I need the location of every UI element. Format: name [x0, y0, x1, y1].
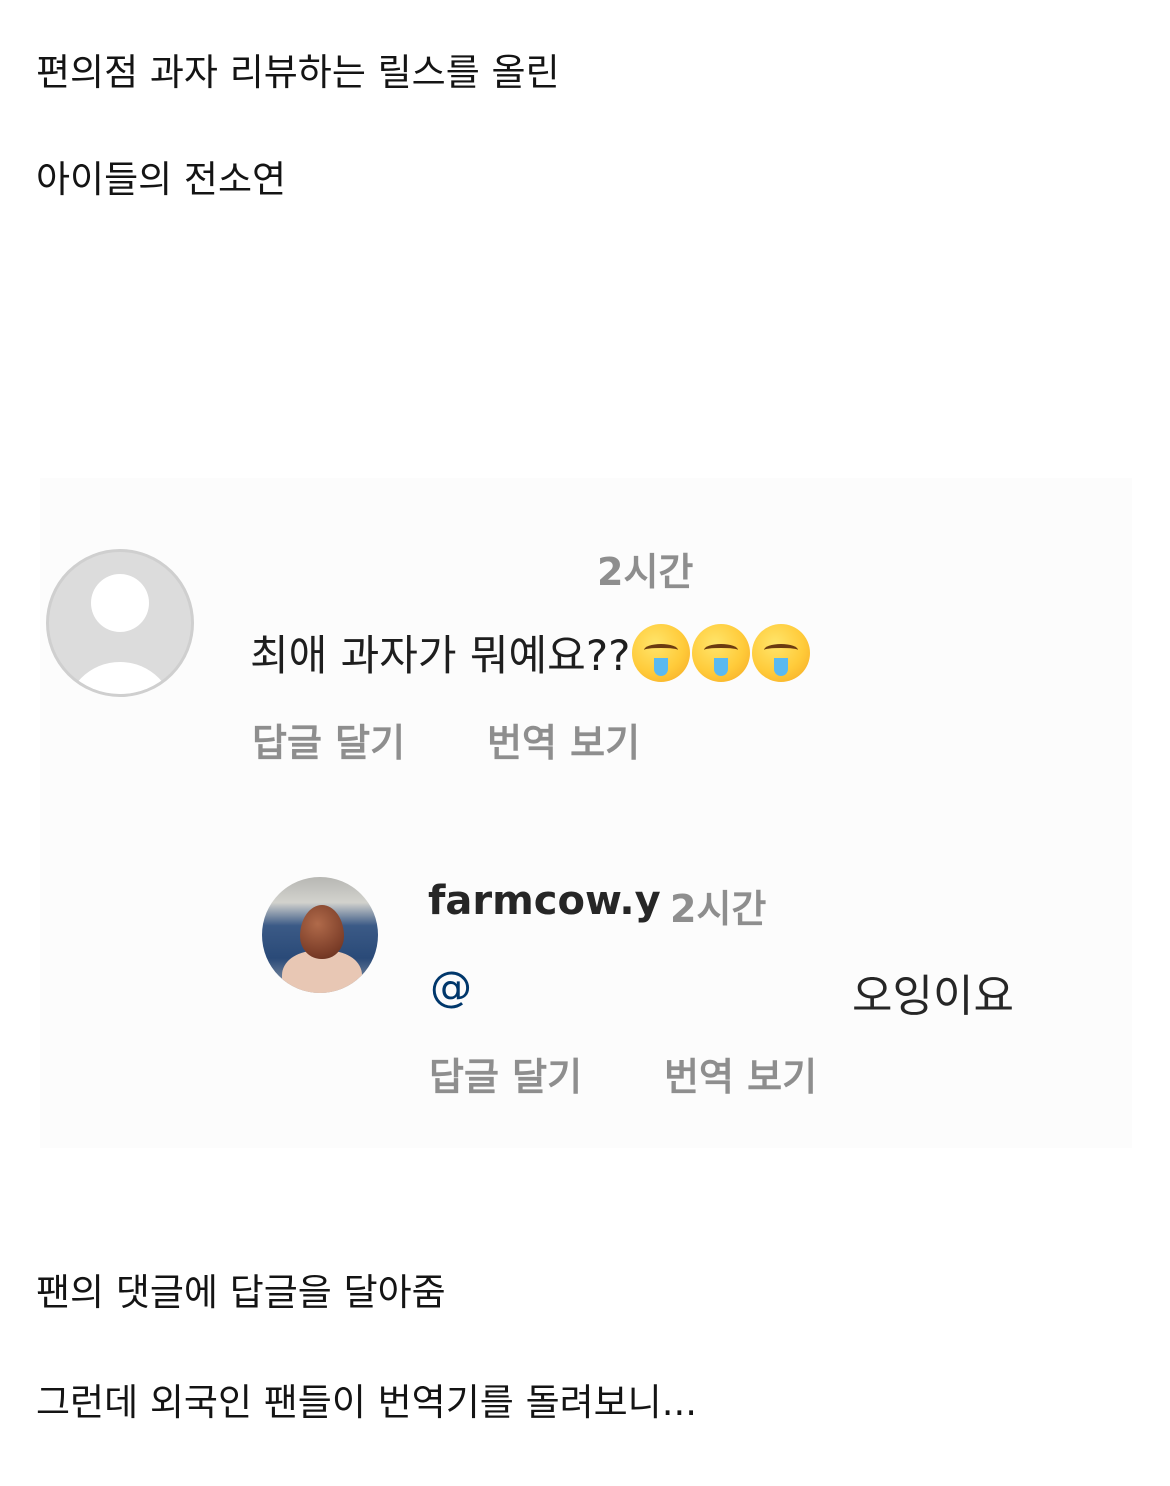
- drooling-face-icon: drooling-face: [632, 623, 691, 682]
- comment-timestamp: 2시간: [597, 550, 694, 594]
- comment-body: 최애 과자가 뭐예요?? drooling-face drooling-face…: [250, 622, 811, 683]
- comment-screenshot: [40, 478, 1132, 1148]
- comment-translate-button[interactable]: 번역 보기: [487, 712, 640, 767]
- avatar-chocolate-egg: [300, 905, 344, 959]
- reply-mention-link[interactable]: @: [430, 962, 472, 1011]
- avatar-head-icon: [91, 574, 149, 632]
- default-avatar[interactable]: [46, 549, 194, 697]
- reply-text: 오잉이요: [852, 971, 1014, 1022]
- drooling-face-icon: drooling-face: [692, 623, 751, 682]
- reply-user-avatar[interactable]: [262, 877, 378, 993]
- comment-reply-button[interactable]: 답글 달기: [252, 712, 405, 767]
- caption-line-2: 아이들의 전소연: [36, 158, 287, 201]
- reply-reply-button[interactable]: 답글 달기: [429, 1046, 582, 1101]
- comment-text: 최애 과자가 뭐예요??: [250, 631, 631, 680]
- reply-translate-button[interactable]: 번역 보기: [664, 1046, 817, 1101]
- caption-line-3: 팬의 댓글에 답글을 달아줌: [36, 1271, 446, 1314]
- caption-line-1: 편의점 과자 리뷰하는 릴스를 올린: [36, 51, 560, 94]
- reply-username[interactable]: farmcow.y: [428, 878, 661, 924]
- drooling-face-icon: drooling-face: [752, 623, 811, 682]
- caption-line-4: 그런데 외국인 팬들이 번역기를 돌려보니...: [36, 1381, 698, 1424]
- reply-timestamp: 2시간: [670, 887, 767, 931]
- avatar-body-icon: [65, 662, 175, 694]
